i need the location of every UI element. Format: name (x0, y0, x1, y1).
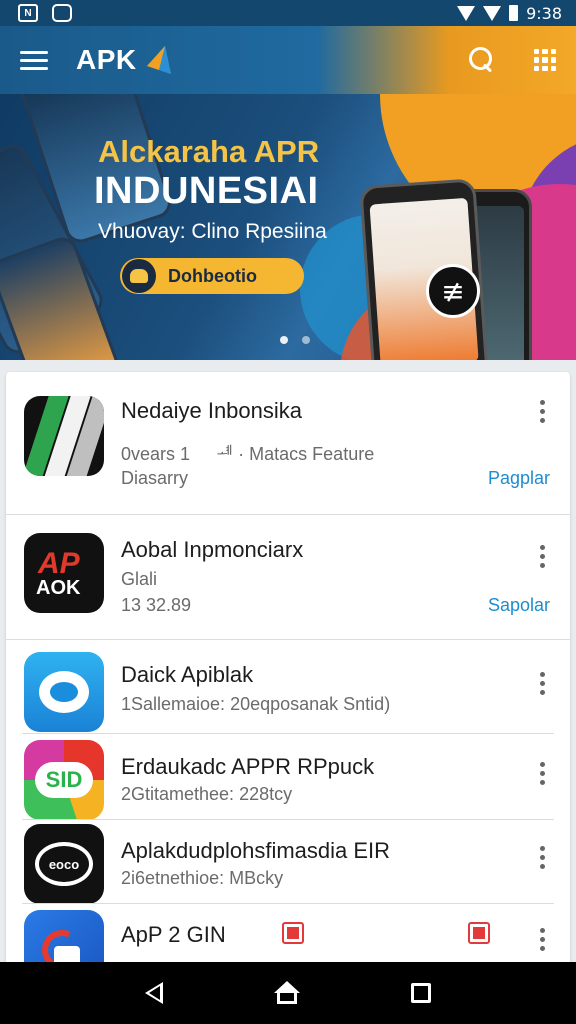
overflow-menu-icon[interactable] (534, 400, 550, 423)
app-size: 13 32.89 (121, 595, 192, 615)
app-title[interactable]: Aobal Inpmonciarx (121, 537, 303, 563)
home-icon[interactable] (273, 981, 300, 1005)
app-list: Nedaiye Inbonsika 0vears 1 ᅟ ᆁ · Matacs … (6, 372, 570, 972)
signal-icon (483, 5, 502, 21)
overflow-menu-icon[interactable] (534, 545, 550, 568)
install-button[interactable]: Pagplar (488, 468, 550, 489)
logo-text: APK (76, 44, 137, 75)
install-button[interactable]: Sapolar (488, 595, 550, 616)
app-bar: APK (0, 26, 576, 94)
carousel-dot[interactable] (302, 336, 310, 344)
list-item[interactable]: Nedaiye Inbonsika 0vears 1 ᅟ ᆁ · Matacs … (6, 372, 570, 514)
photo-icon (52, 4, 72, 22)
overflow-menu-icon[interactable] (534, 672, 550, 695)
banner-subtitle: Vhuovay: Clino Rpesiina (98, 220, 327, 243)
grid-icon[interactable] (534, 49, 556, 71)
list-item[interactable]: SID Erdaukadc APPR RPpuck 2Gtitamethee: … (6, 734, 570, 820)
status-right: 9:38 (457, 4, 562, 23)
w-logo-icon (24, 396, 104, 476)
battery-icon (509, 5, 519, 21)
app-category: Diasarry (121, 468, 189, 488)
back-icon[interactable] (145, 982, 164, 1004)
banner-headline: INDUNESIAI (94, 170, 319, 212)
banner-title: Alckaraha APR (98, 134, 320, 169)
speech-logo-icon: eoco (24, 824, 104, 904)
app-title[interactable]: Aplakdudplohsfimasdia EIR (121, 838, 390, 864)
android-icon (122, 259, 156, 293)
menu-icon[interactable] (20, 50, 48, 70)
app-title[interactable]: ApP 2 GIN (121, 922, 226, 948)
app-title[interactable]: Erdaukadc APPR RPpuck (121, 754, 374, 780)
sid-logo-icon: SID (24, 740, 104, 820)
apk-logo-icon: AP AOK (24, 533, 104, 613)
chat-bubble-icon (24, 652, 104, 732)
list-item[interactable]: AP AOK Aobal Inpmonciarx Glali 13 32.89 … (6, 515, 570, 639)
system-nav-bar (0, 962, 576, 1024)
download-icon[interactable] (468, 922, 490, 944)
carousel-indicator (0, 336, 576, 344)
badge-icon (282, 922, 304, 944)
status-left: N (18, 4, 72, 22)
app-title[interactable]: Nedaiye Inbonsika (121, 398, 302, 424)
status-bar: N 9:38 (0, 0, 576, 26)
overflow-menu-icon[interactable] (534, 928, 550, 951)
app-title[interactable]: Daick Apiblak (121, 662, 253, 688)
notification-icon: N (18, 4, 38, 22)
app-logo[interactable]: APK (76, 44, 173, 76)
banner-button-label: Dohbeotio (168, 265, 257, 286)
clock: 9:38 (526, 3, 562, 23)
apk-badge-icon: ≢ (426, 264, 480, 318)
app-meta: Glali (121, 569, 158, 589)
carousel-dot-active[interactable] (280, 336, 288, 344)
promo-banner[interactable]: Alckaraha APR INDUNESIAI Vhuovay: Clino … (0, 94, 576, 360)
banner-download-button[interactable]: Dohbeotio (120, 258, 304, 294)
list-item[interactable]: eoco Aplakdudplohsfimasdia EIR 2i6etneth… (6, 820, 570, 904)
overflow-menu-icon[interactable] (534, 846, 550, 869)
app-meta: 1Sallemaioe: 20eqposanak Sntid) (121, 694, 391, 714)
list-item[interactable]: Daick Apiblak 1Sallemaioe: 20eqposanak S… (6, 640, 570, 734)
app-meta: 2i6etnethioe: MBcky (121, 868, 284, 888)
app-meta: 2Gtitamethee: 228tcy (121, 784, 293, 804)
overflow-menu-icon[interactable] (534, 762, 550, 785)
logo-mark-icon (146, 46, 171, 74)
app-meta: 0vears 1 ᅟ ᆁ · Matacs Feature (121, 444, 375, 464)
wifi-icon (457, 5, 476, 21)
recents-icon[interactable] (410, 983, 431, 1003)
search-icon[interactable] (468, 46, 496, 74)
